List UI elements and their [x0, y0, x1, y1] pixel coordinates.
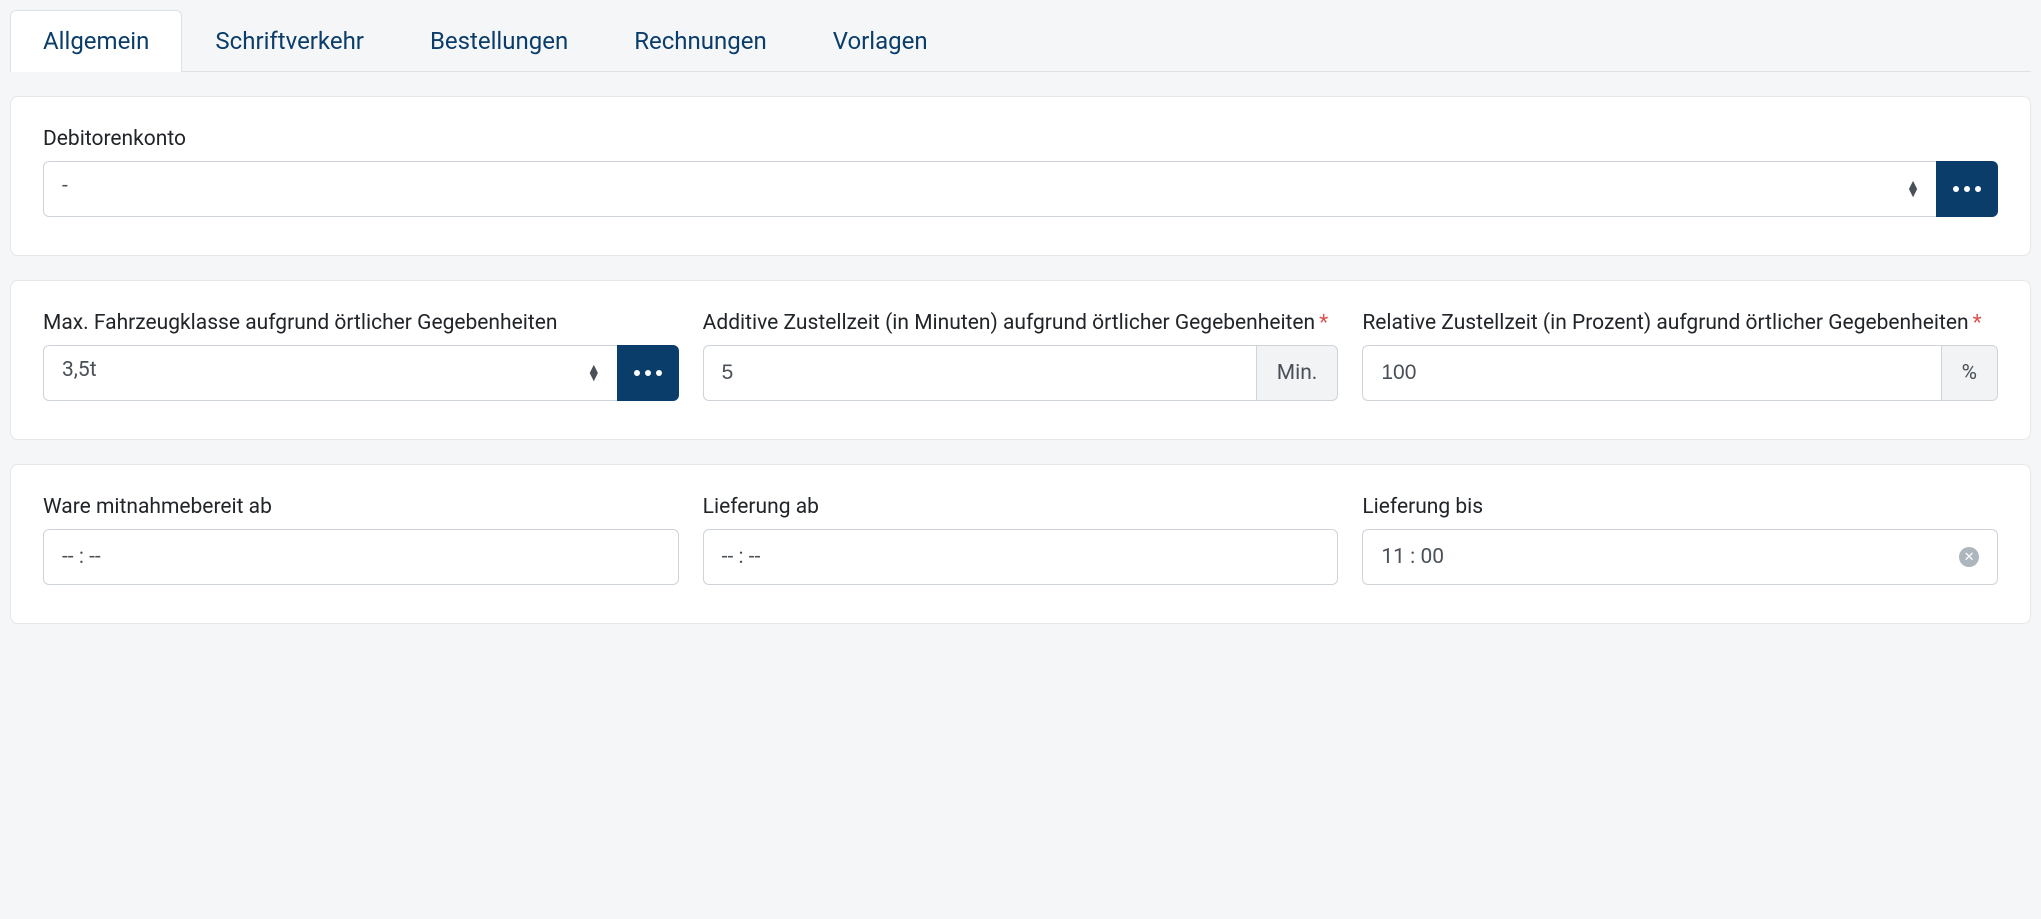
- ellipsis-icon: [634, 370, 662, 376]
- delivery-until-label: Lieferung bis: [1362, 495, 1998, 519]
- ready-from-time-input[interactable]: -- : --: [43, 529, 679, 585]
- required-mark: *: [1973, 311, 1982, 335]
- debitor-label: Debitorenkonto: [43, 127, 1998, 151]
- additive-time-suffix: Min.: [1256, 345, 1339, 401]
- vehicle-class-more-button[interactable]: [617, 345, 679, 401]
- additive-time-label: Additive Zustellzeit (in Minuten) aufgru…: [703, 311, 1339, 335]
- required-mark: *: [1319, 311, 1328, 335]
- tab-vorlagen[interactable]: Vorlagen: [800, 10, 961, 71]
- tab-allgemein[interactable]: Allgemein: [10, 10, 182, 72]
- card-debitor: Debitorenkonto - ▲▼: [10, 96, 2031, 256]
- delivery-from-label: Lieferung ab: [703, 495, 1339, 519]
- vehicle-class-select[interactable]: 3,5t: [43, 345, 617, 401]
- debitor-select[interactable]: -: [43, 161, 1936, 217]
- additive-time-input[interactable]: [703, 345, 1256, 401]
- debitor-more-button[interactable]: [1936, 161, 1998, 217]
- ready-from-label: Ware mitnahmebereit ab: [43, 495, 679, 519]
- vehicle-class-label: Max. Fahrzeugklasse aufgrund örtlicher G…: [43, 311, 679, 335]
- time-value: -- : --: [62, 545, 101, 569]
- card-time-windows: Ware mitnahmebereit ab -- : -- Lieferung…: [10, 464, 2031, 624]
- delivery-from-time-input[interactable]: -- : --: [703, 529, 1339, 585]
- tab-bestellungen[interactable]: Bestellungen: [397, 10, 601, 71]
- tab-schriftverkehr[interactable]: Schriftverkehr: [182, 10, 397, 71]
- tab-rechnungen[interactable]: Rechnungen: [601, 10, 800, 71]
- tab-bar: Allgemein Schriftverkehr Bestellungen Re…: [10, 10, 2031, 72]
- time-value: -- : --: [722, 545, 761, 569]
- clear-icon[interactable]: ✕: [1959, 547, 1979, 567]
- ellipsis-icon: [1953, 186, 1981, 192]
- relative-time-label: Relative Zustellzeit (in Prozent) aufgru…: [1362, 311, 1998, 335]
- card-delivery-settings: Max. Fahrzeugklasse aufgrund örtlicher G…: [10, 280, 2031, 440]
- delivery-until-time-input[interactable]: 11 : 00 ✕: [1362, 529, 1998, 585]
- time-value: 11 : 00: [1381, 545, 1444, 569]
- relative-time-input[interactable]: [1362, 345, 1940, 401]
- relative-time-suffix: %: [1941, 345, 1998, 401]
